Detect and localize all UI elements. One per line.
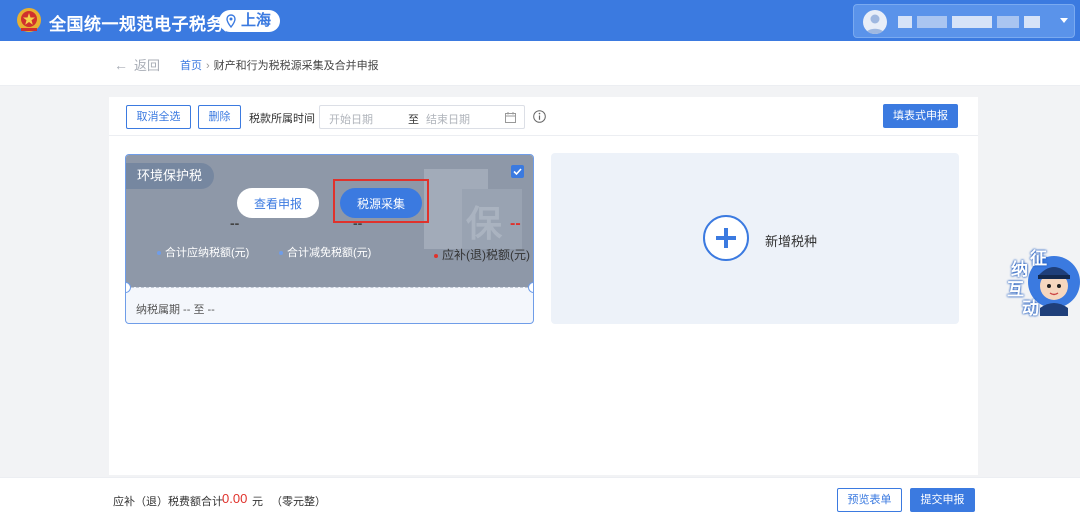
card-notch [528,282,533,293]
total-amount-unit: 元 [252,496,263,508]
start-date-input[interactable]: 开始日期 [329,111,373,127]
toolbar: 取消全选 删除 税款所属时间 开始日期 至 结束日期 填表式申报 [109,97,978,136]
breadcrumb-current: 财产和行为税税源采集及合并申报 [213,60,379,72]
add-tax-type-label: 新增税种 [765,234,818,249]
widget-char: 征 [1030,249,1047,268]
total-amount-value: 0.00 [222,491,248,506]
total-payable-label: 合计应纳税额(元) [157,244,249,260]
location-pin-icon [226,14,236,28]
bullet-icon [434,253,438,258]
period-label: 税款所属时间 [249,113,315,125]
view-declaration-button[interactable]: 查看申报 [237,188,319,218]
date-range-separator: 至 [408,114,419,126]
submit-declaration-button[interactable]: 提交申报 [910,488,975,512]
total-amount-label: 应补（退）税费额合计 [113,496,223,508]
delete-button[interactable]: 删除 [198,105,241,129]
user-name-masked [898,16,1060,28]
tax-emblem-icon [17,8,41,32]
watermark-text: 保 [466,203,503,244]
tax-card[interactable]: 保 环境保护税 查看申报 税源采集 -- -- -- 合计应纳税额(元) 合计减… [125,154,534,324]
date-range-picker[interactable]: 开始日期 至 结束日期 [319,105,525,129]
highlight-box [333,179,429,223]
top-bar: 全国统一规范电子税务局 上海 [0,0,1080,41]
chevron-down-icon [1060,18,1068,23]
main-panel: 取消全选 删除 税款所属时间 开始日期 至 结束日期 填表式申报 保 环境保护税… [109,97,978,475]
bullet-icon [279,251,283,256]
site-title: 全国统一规范电子税务局 [49,15,242,34]
fill-form-declare-button[interactable]: 填表式申报 [883,104,958,128]
add-tax-type-card[interactable]: 新增税种 [551,153,959,324]
breadcrumb-bar: ← 返回 首页 › 财产和行为税税源采集及合并申报 [0,41,1080,86]
region-selector[interactable]: 上海 [219,10,281,32]
arrow-left-icon: ← [114,57,128,73]
deselect-all-button[interactable]: 取消全选 [126,105,191,129]
total-reduction-label: 合计减免税额(元) [279,244,371,260]
calendar-icon [505,112,516,123]
refund-payable-value: -- [510,215,521,232]
breadcrumb-separator: › [206,60,210,72]
total-amount-in-words: （零元整） [271,496,326,508]
refund-payable-label: 应补(退)税额(元) [434,246,530,263]
check-icon [513,168,522,176]
breadcrumb-home[interactable]: 首页 [180,60,202,72]
info-icon[interactable] [533,110,546,123]
total-reduction-value: -- [353,215,363,231]
footer-bar: 应补（退）税费额合计 0.00 元 （零元整） 预览表单 提交申报 [0,477,1080,519]
widget-char: 动 [1022,299,1039,318]
interaction-assistant-widget[interactable]: 征 纳 互 动 [1004,244,1080,318]
region-name: 上海 [241,12,272,29]
tax-name-tag: 环境保护税 [126,163,215,189]
tax-period: 纳税属期 -- 至 -- [136,304,215,316]
breadcrumb: 首页 › 财产和行为税税源采集及合并申报 [180,57,379,73]
user-menu[interactable] [853,4,1075,38]
tax-card-checkbox[interactable] [511,165,524,178]
tax-card-overlay: 保 环境保护税 查看申报 税源采集 -- -- -- 合计应纳税额(元) 合计减… [126,155,533,287]
back-label: 返回 [134,58,161,73]
preview-form-button[interactable]: 预览表单 [837,488,902,512]
bullet-icon [157,251,161,256]
total-payable-value: -- [230,215,240,231]
card-notch [126,282,131,293]
back-link[interactable]: ← 返回 [114,55,160,74]
card-divider [126,287,533,288]
end-date-input[interactable]: 结束日期 [426,111,470,127]
user-avatar-icon [863,10,887,34]
plus-icon [703,215,749,261]
